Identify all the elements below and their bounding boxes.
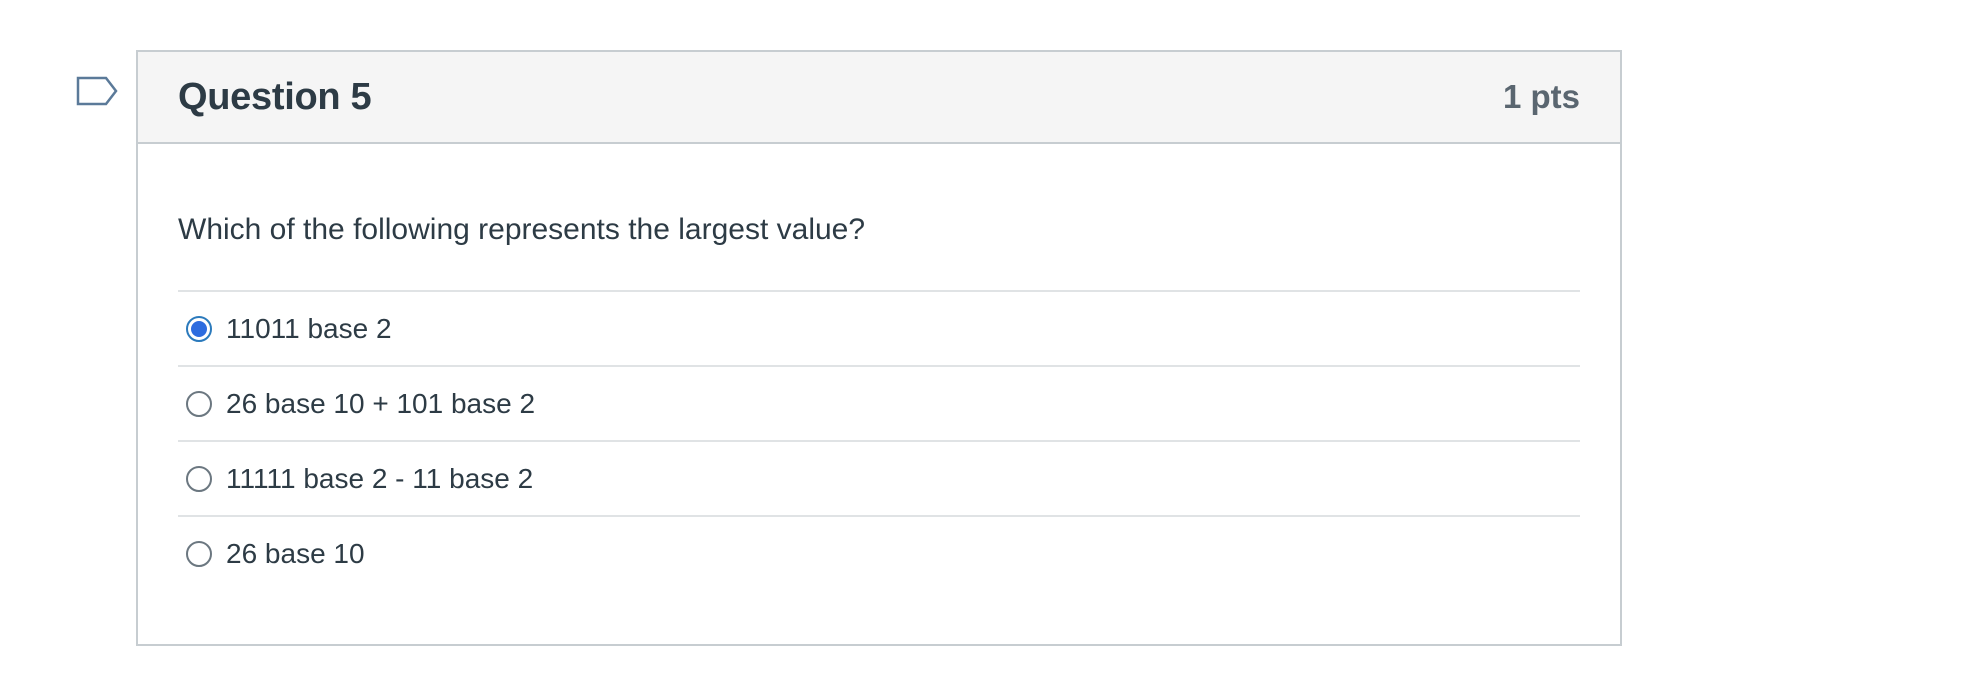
answer-option[interactable]: 11011 base 2: [178, 290, 1580, 365]
answer-label[interactable]: 26 base 10: [226, 538, 365, 570]
question-points: 1 pts: [1502, 78, 1580, 115]
question-title: Question 5: [178, 75, 372, 118]
flag-question-icon[interactable]: [76, 76, 120, 114]
question-header: Question 5 1 pts: [138, 52, 1620, 144]
answer-label[interactable]: 26 base 10 + 101 base 2: [226, 388, 535, 420]
radio-button[interactable]: [186, 465, 212, 492]
question-body: Which of the following represents the la…: [138, 210, 1620, 590]
answer-label[interactable]: 11111 base 2 - 11 base 2: [226, 463, 533, 495]
answer-option[interactable]: 26 base 10 + 101 base 2: [178, 365, 1580, 440]
radio-button[interactable]: [186, 540, 212, 567]
answer-list: 11011 base 2 26 base 10 + 101 base 2 111…: [178, 290, 1580, 590]
question-text: Which of the following represents the la…: [178, 213, 866, 246]
answer-label[interactable]: 11011 base 2: [226, 313, 392, 345]
radio-button-selected[interactable]: [186, 315, 212, 342]
answer-option[interactable]: 11111 base 2 - 11 base 2: [178, 440, 1580, 515]
question-card: Question 5 1 pts Which of the following …: [136, 50, 1622, 646]
answer-option[interactable]: 26 base 10: [178, 515, 1580, 590]
radio-button[interactable]: [186, 390, 212, 417]
